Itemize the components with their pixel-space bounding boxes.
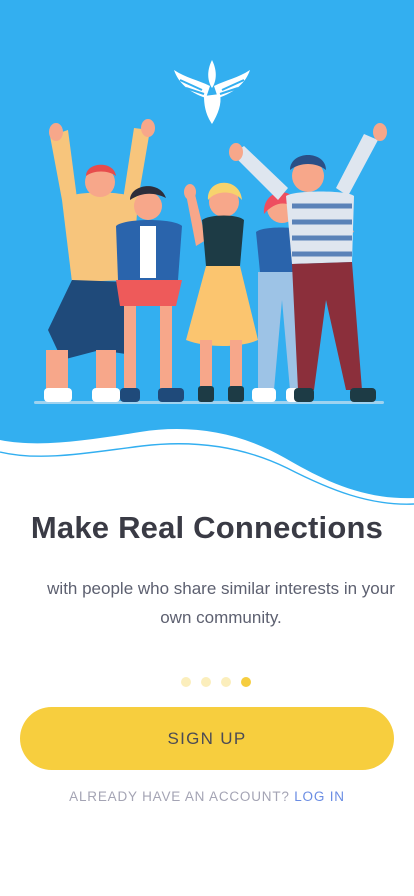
- page-dot-3[interactable]: [221, 677, 231, 687]
- hero-section: [0, 0, 414, 510]
- subtitle-line-2: own community.: [160, 608, 282, 627]
- sign-up-button[interactable]: SIGN UP: [20, 707, 394, 770]
- page-title: Make Real Connections: [30, 510, 384, 545]
- page-dot-2[interactable]: [201, 677, 211, 687]
- page-dot-4[interactable]: [241, 677, 251, 687]
- login-prompt-row: ALREADY HAVE AN ACCOUNT? LOG IN: [0, 789, 414, 804]
- page-indicator: [181, 677, 251, 687]
- login-prompt-text: ALREADY HAVE AN ACCOUNT?: [69, 789, 290, 804]
- page-subtitle: with people who share similar interests …: [40, 574, 402, 632]
- bird-logo-icon: [174, 60, 250, 124]
- subtitle-line-1: with people who share similar interests …: [47, 579, 395, 598]
- log-in-link[interactable]: LOG IN: [294, 789, 345, 804]
- page-dot-1[interactable]: [181, 677, 191, 687]
